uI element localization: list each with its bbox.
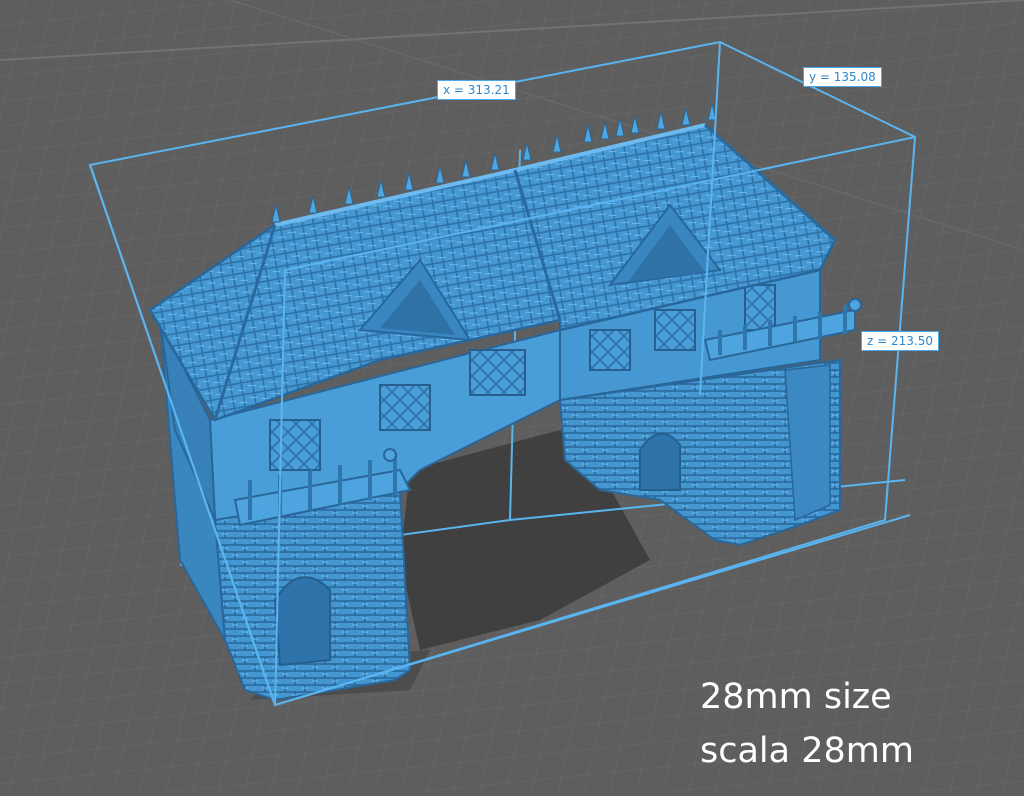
scene-canvas[interactable] — [0, 0, 1024, 792]
dimension-y-label: y = 135.08 — [803, 67, 882, 87]
caption-size: 28mm size — [700, 677, 892, 717]
caption-scale: scala 28mm — [700, 731, 914, 771]
dimension-x-label: x = 313.21 — [437, 80, 516, 100]
dimension-z-label: z = 213.50 — [861, 331, 939, 351]
3d-viewport[interactable]: x = 313.21 y = 135.08 z = 213.50 28mm si… — [0, 0, 1024, 792]
